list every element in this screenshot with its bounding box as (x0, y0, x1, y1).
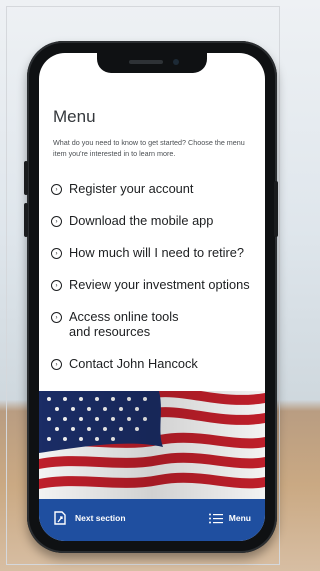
chevron-circle-right-icon: › (51, 312, 62, 323)
menu-item-register[interactable]: › Register your account (51, 181, 265, 196)
menu-item-online-tools[interactable]: › Access online tools and resources (51, 309, 265, 339)
menu-button[interactable]: Menu (208, 513, 251, 524)
phone-screen: Menu What do you need to know to get sta… (39, 53, 265, 541)
next-section-icon (54, 511, 66, 525)
menu-item-investment-options[interactable]: › Review your investment options (51, 277, 265, 292)
menu-item-contact[interactable]: › Contact John Hancock (51, 356, 265, 371)
phone-device: Menu What do you need to know to get sta… (24, 41, 278, 553)
speaker-grille (129, 60, 163, 64)
page-subtitle: What do you need to know to get started?… (53, 138, 245, 158)
menu-item-retire[interactable]: › How much will I need to retire? (51, 245, 265, 260)
chevron-circle-right-icon: › (51, 359, 62, 370)
menu-item-label: Access online tools and resources (69, 309, 179, 339)
chevron-circle-right-icon: › (51, 248, 62, 259)
volume-up-button (24, 161, 28, 195)
menu-item-label: Review your investment options (69, 277, 250, 292)
chevron-circle-right-icon: › (51, 216, 62, 227)
power-button (274, 181, 278, 237)
chevron-circle-right-icon: › (51, 280, 62, 291)
next-section-button[interactable]: Next section (53, 511, 126, 525)
phone-notch (97, 53, 207, 73)
menu-item-label: Register your account (69, 181, 194, 196)
american-flag-image (39, 391, 265, 499)
bottom-navigation-bar: Next section Menu (39, 499, 265, 541)
front-camera (173, 59, 179, 65)
menu-item-label: Download the mobile app (69, 213, 214, 228)
next-section-label: Next section (75, 513, 126, 523)
menu-item-label: Contact John Hancock (69, 356, 198, 371)
menu-item-download-app[interactable]: › Download the mobile app (51, 213, 265, 228)
menu-button-label: Menu (228, 513, 251, 523)
page-title: Menu (53, 107, 96, 126)
menu-item-label: How much will I need to retire? (69, 245, 244, 260)
hamburger-menu-icon (208, 513, 223, 523)
volume-down-button (24, 203, 28, 237)
chevron-circle-right-icon: › (51, 184, 62, 195)
menu-list: › Register your account › Download the m… (51, 181, 265, 388)
